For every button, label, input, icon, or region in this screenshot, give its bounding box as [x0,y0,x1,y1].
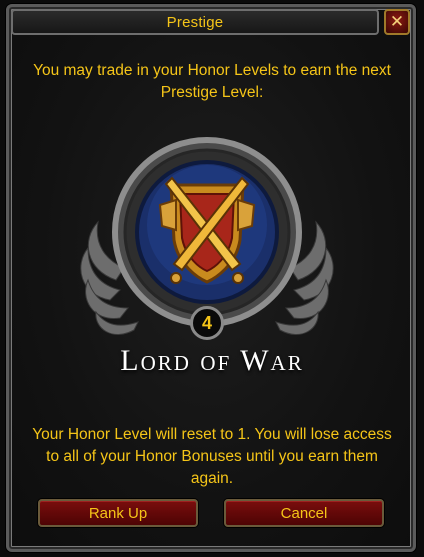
close-button[interactable]: ✕ [384,9,410,35]
prestige-title: Lord of War [120,344,304,377]
dialog-title: Prestige [166,13,224,31]
close-icon: ✕ [389,11,405,32]
reset-warning-text: Your Honor Level will reset to 1. You wi… [32,426,392,487]
rank-up-button[interactable]: Rank Up [38,499,198,527]
intro-text: You may trade in your Honor Levels to ea… [33,62,391,101]
title-bar[interactable]: Prestige [11,9,379,35]
prestige-level-badge: 4 [190,306,224,340]
cancel-button[interactable]: Cancel [224,499,384,527]
